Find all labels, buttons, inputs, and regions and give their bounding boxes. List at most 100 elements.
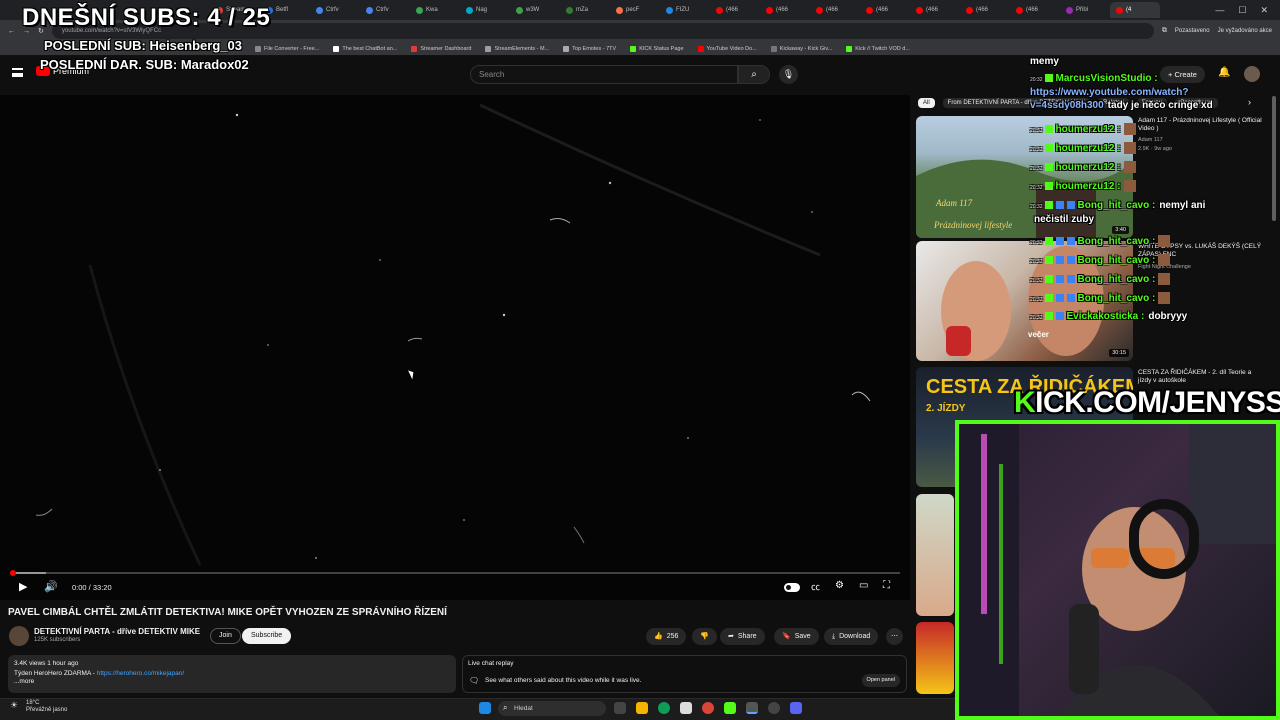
bookmark-item[interactable]: Streamer Dashboard xyxy=(411,45,471,52)
task-view-icon[interactable] xyxy=(614,702,626,714)
browser-tab[interactable]: w3W xyxy=(510,2,560,18)
rec-title-2[interactable]: CESTA ZA ŘIDIČÁKEM - 2. díl Teorie a jíz… xyxy=(1138,369,1263,385)
bookmark-item[interactable]: The best ChatBot an... xyxy=(333,45,398,52)
browser-tab[interactable]: mZa xyxy=(560,2,610,18)
more-actions-button[interactable]: ⋯ xyxy=(886,628,903,645)
rec-thumbnail-4[interactable] xyxy=(916,622,954,694)
chat-message: v=4ssdy08h300 tady je něco cringe xd xyxy=(1030,100,1213,111)
close-icon[interactable]: ✕ xyxy=(1260,5,1268,16)
miniplayer-icon[interactable]: ▭ xyxy=(859,580,868,591)
chat-message: 20:32 MarcusVisionStudio : xyxy=(1030,73,1158,84)
video-player[interactable] xyxy=(0,95,910,600)
chrome-active-icon[interactable] xyxy=(746,702,758,714)
fullscreen-icon[interactable]: ⛶ xyxy=(883,580,890,591)
description-link[interactable]: https://herohero.co/mikejapan/ xyxy=(97,670,184,677)
channel-avatar[interactable] xyxy=(9,626,29,646)
play-icon[interactable]: ▶ xyxy=(19,580,27,593)
tab-label: w3W xyxy=(526,7,540,13)
search-input[interactable]: Search xyxy=(470,65,738,84)
tab-favicon-icon xyxy=(1016,6,1023,14)
live-chat-title: Live chat replay xyxy=(468,660,514,667)
browser-tab[interactable]: (466 xyxy=(860,2,910,18)
browser-tab[interactable]: Ctrfv xyxy=(360,2,410,18)
browser-tab[interactable]: Přibí xyxy=(1060,2,1110,18)
tab-label: (466 xyxy=(776,7,789,13)
browser-tab[interactable]: Ctrfv xyxy=(310,2,360,18)
video-frame xyxy=(35,103,871,566)
edge-icon[interactable] xyxy=(658,702,670,714)
channel-name[interactable]: DETEKTIVNÍ PARTA - dříve DETEKTIV MIKE xyxy=(34,627,200,636)
browser-tab[interactable]: (466 xyxy=(710,2,760,18)
voice-search-button[interactable]: 🎙 xyxy=(779,65,798,84)
chat-badge-icon xyxy=(1066,201,1075,209)
bookmark-item[interactable]: Kick // Twitch VOD d... xyxy=(846,45,910,52)
weather-widget[interactable]: ☀ 18°C Převážně jasno xyxy=(10,700,67,714)
bookmark-icon xyxy=(630,45,637,52)
extensions-icon[interactable]: ⧉ xyxy=(1162,27,1167,35)
overlay-last-donation: POSLEDNÍ DAR. SUB: Maradox02 xyxy=(40,57,249,72)
bookmark-item[interactable]: Kickaway - Kick Giv... xyxy=(770,45,832,52)
browser-tab[interactable]: (466 xyxy=(810,2,860,18)
store-icon[interactable] xyxy=(680,702,692,714)
chat-timestamp: 20:32 xyxy=(1030,147,1043,153)
live-chat-desc: See what others said about this video wh… xyxy=(485,677,642,684)
app-icon-green[interactable] xyxy=(724,702,736,714)
like-button[interactable]: 👍 256 xyxy=(646,628,687,645)
profile-label[interactable]: Pozastaveno xyxy=(1175,28,1210,34)
subscribe-button[interactable]: Subscribe xyxy=(242,628,292,644)
browser-tab[interactable]: FIZU xyxy=(660,2,710,18)
browser-tab[interactable]: pecF xyxy=(610,2,660,18)
description-box[interactable]: 3.4K views 1 hour ago Týden HeroHero ZDA… xyxy=(8,655,456,693)
browser-tab[interactable]: (466 xyxy=(910,2,960,18)
chrome-icon[interactable] xyxy=(702,702,714,714)
settings-gear-icon[interactable]: ⚙ xyxy=(835,580,844,591)
open-panel-button[interactable]: Open panel xyxy=(861,674,900,687)
browser-tab[interactable]: (4 xyxy=(1110,2,1160,18)
chat-timestamp: 20:32 xyxy=(1030,315,1043,321)
chat-emote-icon xyxy=(1158,273,1171,285)
back-icon[interactable]: ← xyxy=(8,28,15,35)
progress-scrubber[interactable] xyxy=(10,570,16,576)
volume-icon[interactable]: 🔊 xyxy=(44,580,58,593)
download-button[interactable]: ⤓ Download xyxy=(824,628,879,645)
windows-start-icon[interactable] xyxy=(479,702,491,714)
autoplay-toggle[interactable] xyxy=(784,583,800,592)
dislike-button[interactable]: 👎 xyxy=(692,628,717,645)
obs-icon[interactable] xyxy=(768,702,780,714)
overlay-subs-goal: DNEŠNÍ SUBS: 4 / 25 xyxy=(22,4,271,31)
browser-tab[interactable]: (466 xyxy=(760,2,810,18)
chat-link[interactable]: v=4ssdy08h300 xyxy=(1030,100,1104,111)
bookmark-label: The best ChatBot an... xyxy=(342,45,398,52)
chat-timestamp: 20:32 xyxy=(1030,204,1043,210)
update-label[interactable]: Je vyžadováno akce xyxy=(1218,28,1272,34)
tab-favicon-icon xyxy=(466,6,473,14)
bookmark-item[interactable]: StreamElements - M... xyxy=(485,45,549,52)
taskbar-search[interactable]: Hledat xyxy=(498,701,606,716)
browser-tab[interactable]: Nag xyxy=(460,2,510,18)
file-explorer-icon[interactable] xyxy=(636,702,648,714)
browser-tab[interactable]: (466 xyxy=(1010,2,1060,18)
minimize-icon[interactable]: — xyxy=(1215,5,1224,15)
join-button[interactable]: Join xyxy=(210,628,241,644)
browser-tab[interactable]: (466 xyxy=(960,2,1010,18)
bookmark-item[interactable]: YouTube Video Do... xyxy=(697,45,757,52)
bookmark-item[interactable]: Top Emotes - 7TV xyxy=(563,45,616,52)
chat-text: nečistil zuby xyxy=(1034,214,1095,225)
rec-thumbnail-3[interactable] xyxy=(916,494,954,616)
bookmark-item[interactable]: File Converter - Free... xyxy=(255,45,319,52)
share-button[interactable]: ➦ Share xyxy=(720,628,765,645)
chat-message: nečistil zuby xyxy=(1030,214,1094,225)
bookmark-item[interactable]: KICK Status Page xyxy=(630,45,684,52)
save-button[interactable]: 🔖 Save xyxy=(774,628,819,645)
chat-emote-icon xyxy=(1123,142,1136,154)
filter-chip[interactable]: All xyxy=(918,98,935,108)
browser-tab[interactable]: Kwa xyxy=(410,2,460,18)
progress-bar[interactable] xyxy=(10,572,900,574)
chat-emote-icon xyxy=(1123,161,1136,173)
maximize-icon[interactable]: ☐ xyxy=(1238,5,1246,16)
chat-link[interactable]: https://www.youtube.com/watch? xyxy=(1030,87,1189,98)
captions-icon[interactable]: ㏄ xyxy=(811,580,820,593)
menu-icon[interactable] xyxy=(12,68,23,77)
search-button[interactable]: ⌕ xyxy=(738,65,770,84)
discord-icon[interactable] xyxy=(790,702,802,714)
